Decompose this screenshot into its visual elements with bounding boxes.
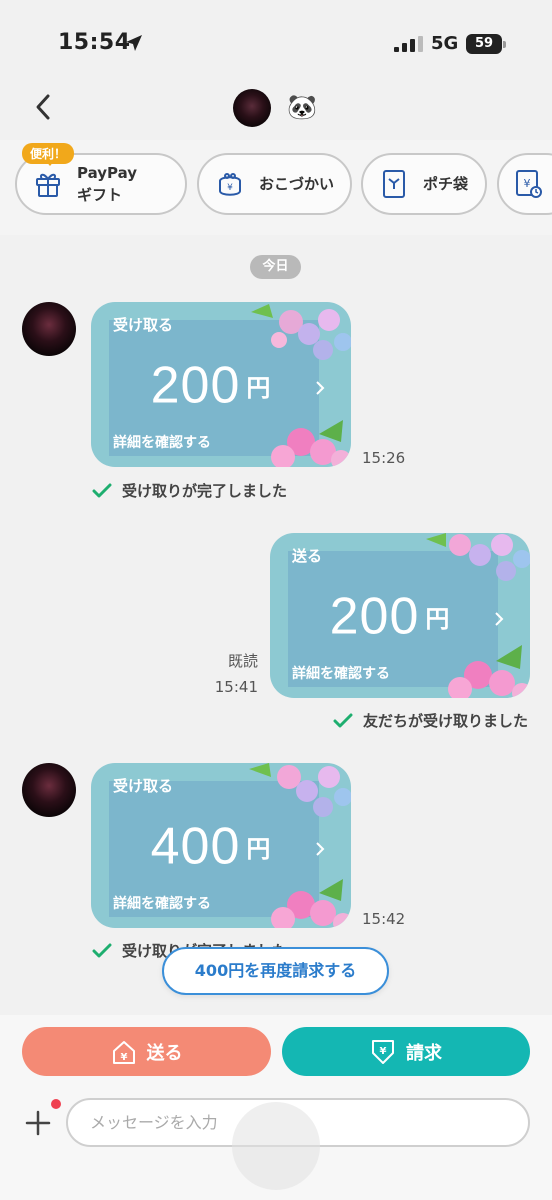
message-time: 15:41: [214, 678, 258, 696]
send-yen-icon: ¥: [112, 1040, 135, 1064]
card-action-label: 受け取る: [113, 316, 174, 334]
network-type: 5G: [431, 33, 459, 54]
gift-icon: [36, 173, 60, 197]
send-button[interactable]: ¥ 送る: [22, 1027, 271, 1076]
cellular-signal-icon: [394, 36, 423, 52]
card-amount: 200 円: [329, 587, 451, 646]
plus-icon[interactable]: [25, 1110, 51, 1136]
date-separator: 今日: [250, 255, 301, 279]
status-bar: 15:54 5G 59: [0, 0, 552, 80]
card-detail-link[interactable]: 詳細を確認する: [113, 893, 211, 913]
battery-icon: 59: [466, 34, 502, 54]
read-label: 既読: [227, 652, 258, 670]
status-text: 受け取りが完了しました: [122, 482, 288, 500]
okozukai-button[interactable]: ¥ おこづかい: [197, 153, 352, 215]
pochibukuro-label: ポチ袋: [423, 175, 469, 193]
message-time: 15:26: [362, 449, 406, 467]
scheduled-send-button[interactable]: ¥: [497, 153, 552, 215]
back-chevron-icon[interactable]: [30, 93, 58, 121]
request-button[interactable]: ¥ 請求: [282, 1027, 530, 1076]
check-icon: [333, 713, 353, 727]
request-label: 請求: [406, 1042, 442, 1064]
svg-text:¥: ¥: [524, 177, 531, 190]
card-amount: 400 円: [150, 817, 272, 876]
payment-card-received[interactable]: 受け取る 200 円 詳細を確認する: [91, 302, 351, 467]
svg-text:¥: ¥: [227, 183, 233, 193]
rerequest-button[interactable]: 400円を再度請求する: [162, 947, 389, 995]
check-icon: [92, 483, 112, 497]
message-status: 友だちが受け取りました: [333, 710, 528, 731]
request-yen-icon: ¥: [372, 1039, 394, 1064]
sender-avatar[interactable]: [22, 763, 76, 817]
quick-actions-bar: PayPay ギフト ¥ おこづかい ポチ袋 ¥: [0, 140, 552, 235]
card-amount: 200 円: [150, 356, 272, 415]
envelope-icon: [383, 170, 405, 198]
chevron-right-icon: [316, 842, 325, 856]
chevron-right-icon: [316, 381, 325, 395]
card-action-label: 受け取る: [113, 777, 174, 795]
send-label: 送る: [146, 1042, 183, 1064]
check-icon: [92, 943, 112, 957]
contact-name[interactable]: 🐼: [287, 92, 317, 122]
card-detail-link[interactable]: 詳細を確認する: [113, 432, 211, 452]
svg-text:¥: ¥: [120, 1052, 127, 1063]
yen-clock-icon: ¥: [516, 170, 542, 198]
payment-card-received[interactable]: 受け取る 400 円 詳細を確認する: [91, 763, 351, 928]
okozukai-label: おこづかい: [259, 175, 335, 193]
status-text: 友だちが受け取りました: [363, 712, 529, 730]
pochibukuro-button[interactable]: ポチ袋: [361, 153, 487, 215]
payment-card-sent[interactable]: 送る 200 円 詳細を確認する: [270, 533, 530, 698]
badge-tail: [45, 160, 55, 166]
message-status: 受け取りが完了しました: [92, 480, 287, 501]
svg-text:¥: ¥: [380, 1046, 387, 1057]
notification-dot: [51, 1099, 61, 1109]
card-action-label: 送る: [292, 547, 323, 565]
assistive-touch-button[interactable]: [232, 1102, 320, 1190]
message-time: 15:42: [362, 910, 406, 928]
sender-avatar[interactable]: [22, 302, 76, 356]
chevron-right-icon: [495, 612, 504, 626]
coin-purse-icon: ¥: [219, 173, 241, 196]
location-arrow-icon: [126, 35, 142, 51]
status-time: 15:54: [58, 30, 131, 55]
card-detail-link[interactable]: 詳細を確認する: [292, 663, 390, 683]
paypay-gift-label: PayPay ギフト: [77, 164, 138, 204]
contact-avatar[interactable]: [233, 89, 271, 127]
battery-tip: [503, 41, 506, 48]
read-receipt: 既読 15:41: [200, 650, 258, 698]
